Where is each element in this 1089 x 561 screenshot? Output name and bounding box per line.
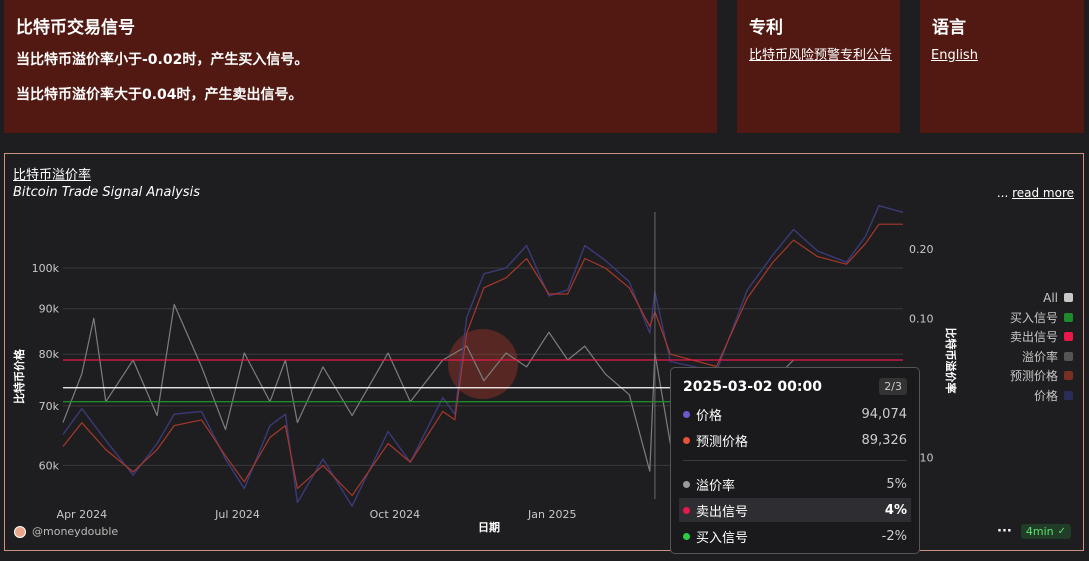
tooltip-row-value: 5%: [886, 476, 907, 492]
legend-swatch: [1064, 390, 1073, 400]
language-panel: 语言 English: [920, 0, 1084, 133]
legend-item[interactable]: 卖出信号: [973, 327, 1073, 347]
read-time-badge: 4min ✓: [1020, 524, 1071, 539]
legend-label: 买入信号: [1009, 310, 1058, 325]
y-left-tick-label: 80k: [39, 348, 60, 361]
read-time-text: 4min: [1025, 525, 1054, 538]
legend-label: 价格: [1033, 388, 1058, 403]
legend-swatch: [1064, 351, 1073, 361]
legend-item[interactable]: 预测价格: [973, 366, 1073, 386]
tooltip-row: 卖出信号 4%: [679, 498, 911, 522]
legend-swatch: [1064, 371, 1073, 381]
y-left-tick-label: 70k: [39, 400, 60, 413]
tooltip-row: 价格 94,074: [679, 402, 911, 426]
legend-label: 预测价格: [1009, 369, 1058, 384]
tooltip-row: 买入信号 -2%: [679, 524, 911, 548]
y-left-tick-label: 60k: [39, 459, 60, 472]
tooltip-row-value: 4%: [884, 502, 907, 518]
signal-panel-title: 比特币交易信号: [16, 18, 135, 38]
legend-swatch: [1064, 332, 1073, 342]
tooltip-series-dot: [683, 532, 690, 540]
credit[interactable]: @moneydouble: [14, 525, 118, 538]
y-left-tick-label: 90k: [39, 303, 60, 316]
patent-panel: 专利 比特币风险预警专利公告: [737, 0, 900, 133]
y-right-axis-title: 比特币溢价率: [944, 328, 958, 394]
legend-swatch: [1064, 293, 1073, 303]
chart-tooltip: 2025-03-02 00:00 2/3 价格 94,074 预测价格 89,326 溢…: [670, 367, 920, 554]
tooltip-row-label: 卖出信号: [696, 504, 749, 520]
tooltip-date: 2025-03-02 00:00: [683, 379, 822, 395]
premium-chart[interactable]: 100k90k80k70k60k0.200.100.10Apr 2024 Jul …: [5, 154, 1083, 550]
credit-handle: @moneydouble: [32, 525, 119, 538]
language-panel-title: 语言: [932, 18, 966, 38]
legend-swatch: [1064, 312, 1073, 322]
buy-rule-text: 当比特币溢价率小于-0.02时，产生买入信号。: [16, 52, 309, 68]
chart-card: 比特币溢价率 Bitcoin Trade Signal Analysis ...…: [4, 153, 1084, 551]
tooltip-separator: [683, 460, 907, 461]
legend-item[interactable]: All: [973, 288, 1073, 308]
avatar: [14, 525, 26, 538]
x-tick-label: Oct 2024: [370, 508, 421, 521]
y-left-tick-label: 100k: [32, 262, 60, 275]
card-footer-right: ··· 4min ✓: [997, 524, 1071, 539]
tooltip-row-label: 买入信号: [696, 530, 749, 546]
tooltip-row-value: 89,326: [861, 432, 908, 448]
sell-rule-text: 当比特币溢价率大于0.04时，产生卖出信号。: [16, 87, 303, 103]
legend-label: 溢价率: [1021, 349, 1058, 364]
tooltip-row-label: 价格: [696, 408, 723, 424]
tooltip-series-dot: [683, 480, 690, 488]
legend-label: All: [1043, 290, 1058, 305]
tooltip-series-dot: [683, 410, 690, 418]
x-axis-title: 日期: [478, 520, 500, 534]
y-right-tick-label: 0.20: [909, 243, 934, 256]
tooltip-page-indicator[interactable]: 2/3: [879, 378, 907, 395]
x-tick-label: Jan 2025: [527, 508, 576, 521]
tooltip-row: 预测价格 89,326: [679, 428, 911, 452]
check-circle-icon: ✓: [1057, 526, 1066, 537]
legend-item[interactable]: 买入信号: [973, 308, 1073, 328]
legend-item[interactable]: 溢价率: [973, 347, 1073, 367]
tooltip-series-dot: [683, 506, 690, 514]
x-tick-label: Apr 2024: [57, 508, 108, 521]
y-right-tick-label: 0.10: [909, 312, 934, 325]
tooltip-row-value: -2%: [881, 528, 907, 544]
language-link-english[interactable]: English: [931, 46, 978, 66]
legend-label: 卖出信号: [1009, 330, 1058, 345]
tooltip-series-dot: [683, 436, 690, 444]
tooltip-row-label: 预测价格: [696, 434, 749, 450]
tooltip-row-label: 溢价率: [696, 478, 736, 494]
patent-link[interactable]: 比特币风险预警专利公告: [749, 46, 894, 66]
tooltip-row: 溢价率 5%: [679, 472, 911, 496]
legend-item[interactable]: 价格: [973, 386, 1073, 406]
x-tick-label: Jul 2024: [214, 508, 260, 521]
chart-legend: All 买入信号卖出信号溢价率预测价格价格: [973, 288, 1073, 405]
y-left-axis-title: 比特币价格: [12, 348, 26, 404]
signal-panel: 比特币交易信号 当比特币溢价率小于-0.02时，产生买入信号。 当比特币溢价率大…: [4, 0, 717, 133]
patent-panel-title: 专利: [749, 18, 783, 38]
tooltip-row-value: 94,074: [861, 406, 908, 422]
more-options-icon[interactable]: ···: [997, 524, 1012, 539]
